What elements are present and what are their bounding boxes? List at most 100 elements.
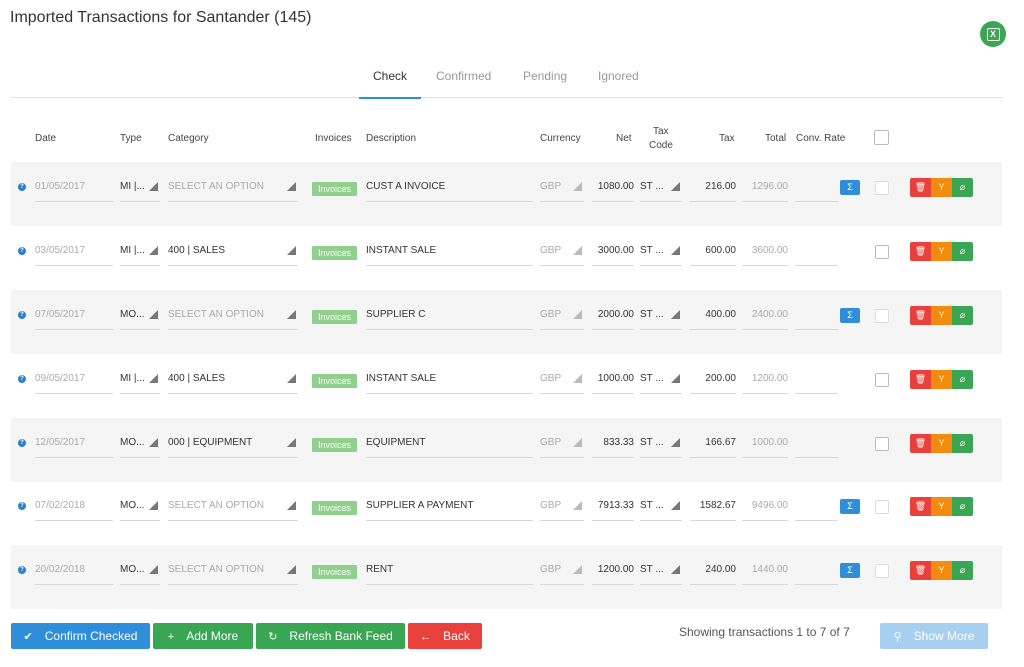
currency-select[interactable]: GBP bbox=[540, 308, 584, 330]
trash-icon[interactable]: 🗑 bbox=[910, 306, 931, 325]
trash-icon[interactable]: 🗑 bbox=[910, 370, 931, 389]
export-excel-button[interactable]: X bbox=[980, 21, 1006, 47]
net-field[interactable]: 833.33 bbox=[592, 436, 634, 458]
net-field[interactable]: 1200.00 bbox=[592, 563, 634, 585]
date-field[interactable]: 01/05/2017 bbox=[35, 180, 113, 202]
refresh-bank-feed-button[interactable]: ↻ Refresh Bank Feed bbox=[256, 623, 405, 649]
tax-code-select[interactable]: ST ... bbox=[640, 436, 682, 458]
category-select[interactable]: 400 | SALES bbox=[168, 372, 298, 394]
date-field[interactable]: 09/05/2017 bbox=[35, 372, 113, 394]
paperclip-icon[interactable]: ⌀ bbox=[952, 497, 973, 516]
help-icon[interactable]: ? bbox=[18, 502, 26, 510]
conv-rate-field[interactable] bbox=[795, 499, 838, 521]
trash-icon[interactable]: 🗑 bbox=[910, 497, 931, 516]
conv-rate-field[interactable] bbox=[795, 180, 838, 202]
tab-pending[interactable]: Pending bbox=[523, 69, 567, 98]
description-field[interactable]: INSTANT SALE bbox=[366, 244, 533, 266]
paperclip-icon[interactable]: ⌀ bbox=[952, 370, 973, 389]
split-icon[interactable]: Y bbox=[931, 497, 952, 516]
tax-field[interactable]: 166.67 bbox=[690, 436, 736, 458]
description-field[interactable]: EQUIPMENT bbox=[366, 436, 533, 458]
help-icon[interactable]: ? bbox=[18, 375, 26, 383]
split-icon[interactable]: Y bbox=[931, 306, 952, 325]
confirm-checked-button[interactable]: ✔ Confirm Checked bbox=[11, 623, 150, 649]
tax-field[interactable]: 600.00 bbox=[690, 244, 736, 266]
row-checkbox[interactable] bbox=[875, 437, 889, 451]
conv-rate-field[interactable] bbox=[795, 436, 838, 458]
paperclip-icon[interactable]: ⌀ bbox=[952, 178, 973, 197]
currency-select[interactable]: GBP bbox=[540, 563, 584, 585]
invoices-button[interactable]: Invoices bbox=[312, 501, 357, 515]
category-select[interactable]: SELECT AN OPTION bbox=[168, 180, 298, 202]
tax-field[interactable]: 200.00 bbox=[690, 372, 736, 394]
sum-button[interactable]: Σ bbox=[840, 563, 860, 578]
help-icon[interactable]: ? bbox=[18, 566, 26, 574]
row-checkbox[interactable] bbox=[875, 500, 889, 514]
select-all-checkbox[interactable] bbox=[874, 130, 889, 145]
net-field[interactable]: 2000.00 bbox=[592, 308, 634, 330]
help-icon[interactable]: ? bbox=[18, 439, 26, 447]
paperclip-icon[interactable]: ⌀ bbox=[952, 434, 973, 453]
type-select[interactable]: MO... bbox=[120, 436, 160, 458]
type-select[interactable]: MI |... bbox=[120, 244, 160, 266]
date-field[interactable]: 03/05/2017 bbox=[35, 244, 113, 266]
conv-rate-field[interactable] bbox=[795, 244, 838, 266]
category-select[interactable]: 000 | EQUIPMENT bbox=[168, 436, 298, 458]
row-checkbox[interactable] bbox=[875, 245, 889, 259]
description-field[interactable]: SUPPLIER A PAYMENT bbox=[366, 499, 533, 521]
tax-code-select[interactable]: ST ... bbox=[640, 180, 682, 202]
invoices-button[interactable]: Invoices bbox=[312, 438, 357, 452]
net-field[interactable]: 7913.33 bbox=[592, 499, 634, 521]
trash-icon[interactable]: 🗑 bbox=[910, 561, 931, 580]
date-field[interactable]: 20/02/2018 bbox=[35, 563, 113, 585]
tax-field[interactable]: 1582.67 bbox=[690, 499, 736, 521]
category-select[interactable]: SELECT AN OPTION bbox=[168, 499, 298, 521]
trash-icon[interactable]: 🗑 bbox=[910, 242, 931, 261]
net-field[interactable]: 3000.00 bbox=[592, 244, 634, 266]
invoices-button[interactable]: Invoices bbox=[312, 310, 357, 324]
sum-button[interactable]: Σ bbox=[840, 499, 860, 514]
tab-check[interactable]: Check bbox=[358, 69, 422, 99]
type-select[interactable]: MI |... bbox=[120, 180, 160, 202]
row-checkbox[interactable] bbox=[875, 181, 889, 195]
category-select[interactable]: SELECT AN OPTION bbox=[168, 563, 298, 585]
date-field[interactable]: 12/05/2017 bbox=[35, 436, 113, 458]
paperclip-icon[interactable]: ⌀ bbox=[952, 561, 973, 580]
tab-ignored[interactable]: Ignored bbox=[598, 69, 639, 98]
trash-icon[interactable]: 🗑 bbox=[910, 178, 931, 197]
currency-select[interactable]: GBP bbox=[540, 372, 584, 394]
show-more-button[interactable]: ⚲ Show More bbox=[880, 623, 988, 649]
paperclip-icon[interactable]: ⌀ bbox=[952, 242, 973, 261]
date-field[interactable]: 07/05/2017 bbox=[35, 308, 113, 330]
help-icon[interactable]: ? bbox=[18, 311, 26, 319]
tax-field[interactable]: 240.00 bbox=[690, 563, 736, 585]
invoices-button[interactable]: Invoices bbox=[312, 565, 357, 579]
conv-rate-field[interactable] bbox=[795, 308, 838, 330]
back-button[interactable]: ← Back bbox=[408, 623, 482, 649]
split-icon[interactable]: Y bbox=[931, 561, 952, 580]
description-field[interactable]: INSTANT SALE bbox=[366, 372, 533, 394]
currency-select[interactable]: GBP bbox=[540, 244, 584, 266]
description-field[interactable]: CUST A INVOICE bbox=[366, 180, 533, 202]
currency-select[interactable]: GBP bbox=[540, 180, 584, 202]
net-field[interactable]: 1000.00 bbox=[592, 372, 634, 394]
split-icon[interactable]: Y bbox=[931, 242, 952, 261]
add-more-button[interactable]: + Add More bbox=[153, 623, 253, 649]
trash-icon[interactable]: 🗑 bbox=[910, 434, 931, 453]
help-icon[interactable]: ? bbox=[18, 247, 26, 255]
conv-rate-field[interactable] bbox=[795, 563, 838, 585]
tax-code-select[interactable]: ST ... bbox=[640, 372, 682, 394]
invoices-button[interactable]: Invoices bbox=[312, 246, 357, 260]
tax-field[interactable]: 400.00 bbox=[690, 308, 736, 330]
split-icon[interactable]: Y bbox=[931, 434, 952, 453]
row-checkbox[interactable] bbox=[875, 373, 889, 387]
category-select[interactable]: SELECT AN OPTION bbox=[168, 308, 298, 330]
type-select[interactable]: MO... bbox=[120, 308, 160, 330]
help-icon[interactable]: ? bbox=[18, 183, 26, 191]
paperclip-icon[interactable]: ⌀ bbox=[952, 306, 973, 325]
tab-confirmed[interactable]: Confirmed bbox=[436, 69, 491, 98]
row-checkbox[interactable] bbox=[875, 309, 889, 323]
currency-select[interactable]: GBP bbox=[540, 499, 584, 521]
sum-button[interactable]: Σ bbox=[840, 308, 860, 323]
type-select[interactable]: MO... bbox=[120, 499, 160, 521]
